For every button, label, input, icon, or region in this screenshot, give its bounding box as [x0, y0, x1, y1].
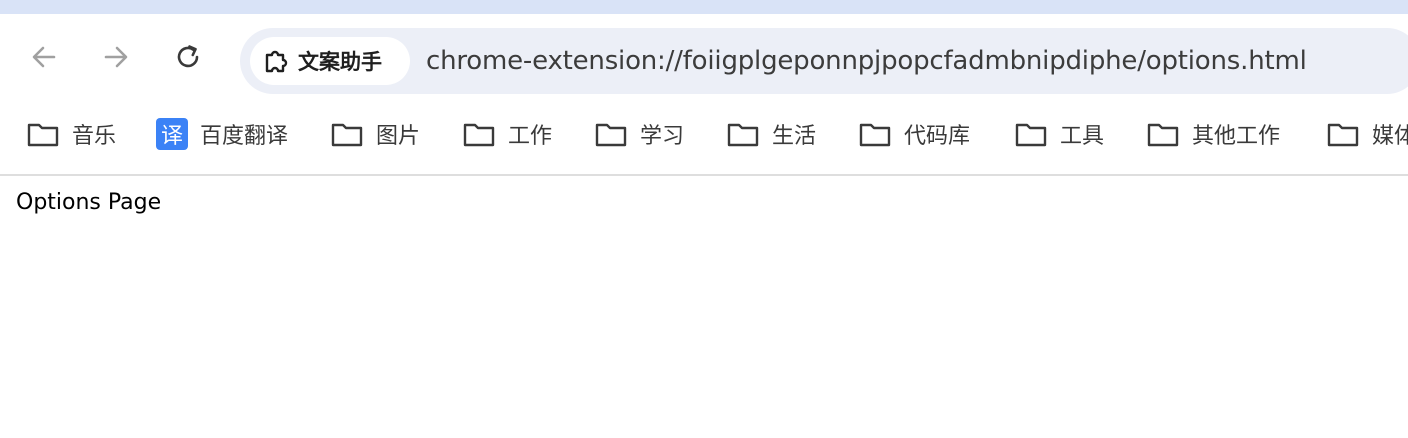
puzzle-extension-icon	[262, 47, 290, 75]
folder-icon	[594, 120, 628, 148]
bookmark-label: 百度翻译	[200, 124, 289, 149]
arrow-left-icon	[32, 46, 56, 68]
bookmark-folder-code[interactable]: 代码库	[858, 116, 970, 152]
bookmark-label: 图片	[376, 124, 421, 149]
reload-icon	[177, 45, 199, 68]
bookmark-baidu-translate[interactable]: 译 百度翻译	[156, 116, 288, 152]
address-bar[interactable]: 文案助手 chrome-extension://foiigplgeponnpjp…	[240, 28, 1408, 94]
bookmark-label: 音乐	[72, 124, 117, 149]
bookmark-label: 代码库	[904, 124, 971, 149]
extension-chip[interactable]: 文案助手	[250, 37, 410, 85]
bookmark-label: 工具	[1060, 124, 1105, 149]
folder-icon	[462, 120, 496, 148]
translate-icon: 译	[156, 118, 188, 150]
url-text[interactable]: chrome-extension://foiigplgeponnpjpopcfa…	[426, 28, 1307, 94]
bookmark-label: 媒体	[1372, 124, 1408, 149]
folder-icon	[1326, 120, 1360, 148]
bookmark-folder-images[interactable]: 图片	[330, 116, 420, 152]
bookmark-label: 学习	[640, 124, 685, 149]
forward-button[interactable]	[100, 41, 132, 73]
arrow-right-icon	[104, 46, 128, 68]
bookmark-folder-work[interactable]: 工作	[462, 116, 552, 152]
bookmark-label: 生活	[772, 124, 817, 149]
bookmark-label: 工作	[508, 124, 553, 149]
page-content-text: Options Page	[16, 190, 162, 215]
folder-icon	[1014, 120, 1048, 148]
bookmark-label: 其他工作	[1192, 124, 1281, 149]
folder-icon	[858, 120, 892, 148]
extension-name: 文案助手	[298, 50, 382, 74]
back-button[interactable]	[28, 41, 60, 73]
bookmark-folder-other-work[interactable]: 其他工作	[1146, 116, 1280, 152]
bookmarks-bar: 音乐 译 百度翻译 图片 工作 学习 生活 代码库 工具 其他工作 媒	[0, 98, 1408, 176]
bookmark-folder-media[interactable]: 媒体	[1326, 116, 1408, 152]
folder-icon	[726, 120, 760, 148]
bookmark-folder-music[interactable]: 音乐	[26, 116, 116, 152]
bookmark-folder-study[interactable]: 学习	[594, 116, 684, 152]
bookmark-folder-tools[interactable]: 工具	[1014, 116, 1104, 152]
window-top-strip	[0, 0, 1408, 14]
reload-button[interactable]	[172, 41, 204, 73]
folder-icon	[330, 120, 364, 148]
bookmark-folder-life[interactable]: 生活	[726, 116, 816, 152]
folder-icon	[1146, 120, 1180, 148]
browser-toolbar: 文案助手 chrome-extension://foiigplgeponnpjp…	[0, 14, 1408, 98]
folder-icon	[26, 120, 60, 148]
